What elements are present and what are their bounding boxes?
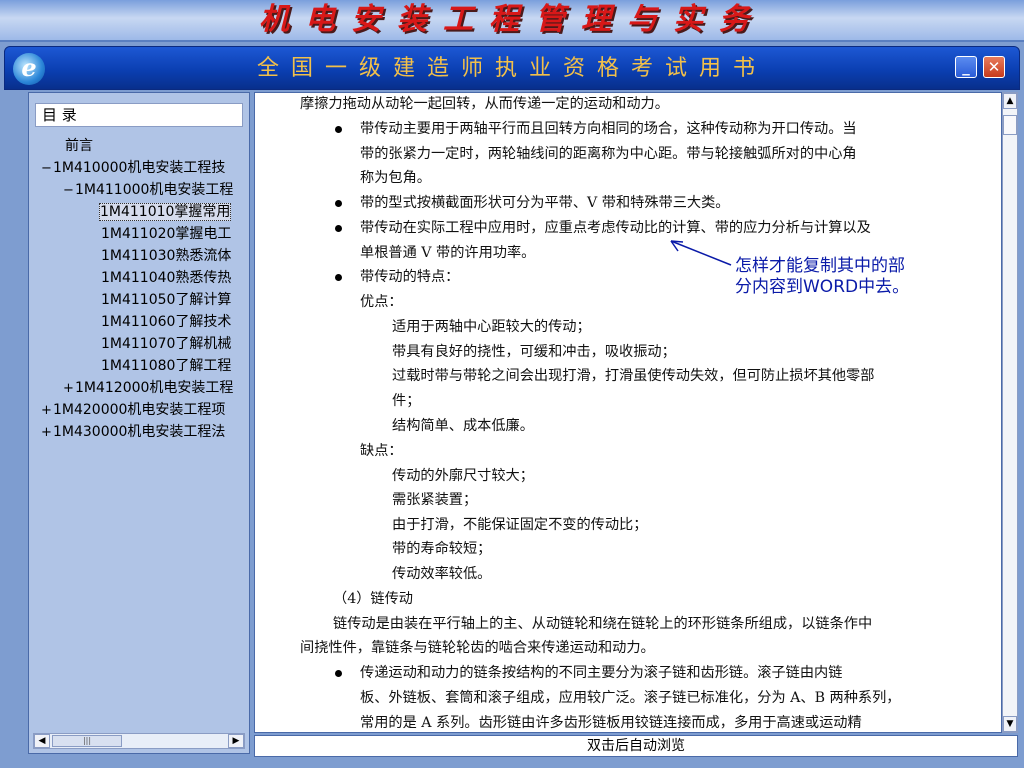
window-subtitle: 全国一级建造师执业资格考试用书 xyxy=(256,56,767,81)
expand-toggle[interactable]: + xyxy=(41,400,53,422)
text-line: 传递运动和动力的链条按结构的不同主要分为滚子链和齿形链。滚子链由内链 xyxy=(360,665,843,681)
text-line: 带的寿命较短； xyxy=(392,541,492,557)
tree-item-1m411040[interactable]: 1M411040熟悉传热 xyxy=(101,267,231,289)
text-line: 传动效率较低。 xyxy=(392,566,492,582)
toc-tree: 前言 −1M410000机电安装工程技 −1M411000机电安装工程 1M41… xyxy=(35,129,245,729)
text-line: 由于打滑，不能保证固定不变的传动比； xyxy=(392,517,648,533)
scroll-up-button[interactable]: ▲ xyxy=(1003,93,1017,109)
text-line: 称为包角。 xyxy=(360,170,431,186)
bullet xyxy=(335,200,342,207)
banner-title: 机电安装工程管理与实务 xyxy=(259,2,765,37)
expand-toggle[interactable]: + xyxy=(41,422,53,444)
text-line: 需张紧装置； xyxy=(392,492,478,508)
scroll-down-button[interactable]: ▼ xyxy=(1003,716,1017,732)
scroll-thumb[interactable] xyxy=(1003,115,1017,135)
annotation-text-line: 怎样才能复制其中的部 xyxy=(735,256,905,276)
tree-item-1m420000[interactable]: +1M420000机电安装工程项 xyxy=(41,399,225,421)
content-vertical-scrollbar[interactable]: ▲ ▼ xyxy=(1002,92,1018,733)
toc-panel: 目 录 前言 −1M410000机电安装工程技 −1M411000机电安装工程 … xyxy=(28,92,250,754)
toc-header: 目 录 xyxy=(35,103,243,127)
tree-item-preface[interactable]: 前言 xyxy=(53,135,93,157)
section-heading: （4）链传动 xyxy=(333,591,413,607)
tree-item-label: 前言 xyxy=(65,138,93,154)
text-line: 板、外链板、套筒和滚子组成，应用较广泛。滚子链已标准化，分为 A、B 两种系列， xyxy=(360,690,901,706)
tree-item-label: 1M411050了解计算 xyxy=(101,292,232,308)
tree-item-label: 1M411020掌握电工 xyxy=(101,226,232,242)
collapse-toggle[interactable]: − xyxy=(63,180,75,202)
text-line: 带具有良好的挠性，可缓和冲击，吸收振动； xyxy=(392,344,676,360)
text-line: 传动的外廓尺寸较大； xyxy=(392,468,534,484)
text-line: 带传动主要用于两轴平行而且回转方向相同的场合，这种传动称为开口传动。当 xyxy=(360,121,857,137)
text-line: 带的型式按横截面形状可分为平带、V 带和特殊带三大类。 xyxy=(360,195,730,211)
bullet xyxy=(335,670,342,677)
scroll-thumb[interactable]: ||| xyxy=(52,735,122,747)
bullet xyxy=(335,274,342,281)
tree-item-1m411020[interactable]: 1M411020掌握电工 xyxy=(101,223,231,245)
close-button[interactable]: ✕ xyxy=(983,56,1005,78)
tree-item-1m410000[interactable]: −1M410000机电安装工程技 xyxy=(41,157,225,179)
tree-item-1m411010[interactable]: 1M411010掌握常用 xyxy=(99,201,232,223)
text-line: 件； xyxy=(392,393,421,409)
tree-item-label: 1M411030熟悉流体 xyxy=(101,248,232,264)
tree-item-label: 1M411010掌握常用 xyxy=(99,203,232,221)
text-line: 摩擦力拖动从动轮一起回转，从而传递一定的运动和动力。 xyxy=(300,96,669,112)
status-bar: 双击后自动浏览 xyxy=(254,735,1018,757)
title-bar: e 全国一级建造师执业资格考试用书 _ ✕ xyxy=(4,46,1020,90)
collapse-toggle[interactable]: − xyxy=(41,158,53,180)
tree-item-1m411070[interactable]: 1M411070了解机械 xyxy=(101,333,231,355)
tree-item-1m412000[interactable]: +1M412000机电安装工程 xyxy=(63,377,233,399)
banner: 机电安装工程管理与实务 xyxy=(0,0,1024,42)
text-line: 单根普通 V 带的许用功率。 xyxy=(360,245,536,261)
bullet xyxy=(335,225,342,232)
tree-item-label: 1M411000机电安装工程 xyxy=(75,182,234,198)
tree-item-1m411000[interactable]: −1M411000机电安装工程 xyxy=(63,179,233,201)
text-line: 缺点： xyxy=(360,443,403,459)
text-line: 间挠性件，靠链条与链轮轮齿的啮合来传递运动和动力。 xyxy=(300,640,655,656)
text-line: 优点： xyxy=(360,294,403,310)
toc-horizontal-scrollbar[interactable]: ◀ ||| ▶ xyxy=(33,733,245,749)
text-line: 链传动是由装在平行轴上的主、从动链轮和绕在链轮上的环形链条所组成，以链条作中 xyxy=(333,616,873,632)
text-line: 结构简单、成本低廉。 xyxy=(392,418,534,434)
tree-item-label: 1M410000机电安装工程技 xyxy=(53,160,226,176)
content-pane[interactable]: 摩擦力拖动从动轮一起回转，从而传递一定的运动和动力。 带传动主要用于两轴平行而且… xyxy=(254,92,1002,733)
text-line: 适用于两轴中心距较大的传动； xyxy=(392,319,591,335)
minimize-button[interactable]: _ xyxy=(955,56,977,78)
tree-item-1m411060[interactable]: 1M411060了解技术 xyxy=(101,311,231,333)
text-line: 过载时带与带轮之间会出现打滑，打滑虽使传动失效，但可防止损坏其他零部 xyxy=(392,368,875,384)
tree-item-label: 1M411070了解机械 xyxy=(101,336,232,352)
text-line: 带传动的特点： xyxy=(360,269,460,285)
scroll-left-button[interactable]: ◀ xyxy=(34,734,50,748)
tree-item-label: 1M412000机电安装工程 xyxy=(75,380,234,396)
annotation-arrow xyxy=(670,240,732,266)
tree-item-1m411050[interactable]: 1M411050了解计算 xyxy=(101,289,231,311)
scroll-right-button[interactable]: ▶ xyxy=(228,734,244,748)
expand-toggle[interactable]: + xyxy=(63,378,75,400)
tree-item-label: 1M411040熟悉传热 xyxy=(101,270,232,286)
text-line: 常用的是 A 系列。齿形链由许多齿形链板用铰链连接而成，多用于高速或运动精 xyxy=(360,715,862,731)
tree-item-label: 1M411080了解工程 xyxy=(101,358,232,374)
text-line: 带传动在实际工程中应用时，应重点考虑传动比的计算、带的应力分析与计算以及 xyxy=(360,220,871,236)
bullet xyxy=(335,126,342,133)
annotation-text-line: 分内容到WORD中去。 xyxy=(735,277,910,297)
text-line: 带的张紧力一定时，两轮轴线间的距离称为中心距。带与轮接触弧所对的中心角 xyxy=(360,146,857,162)
tree-item-label: 1M411060了解技术 xyxy=(101,314,232,330)
tree-item-label: 1M430000机电安装工程法 xyxy=(53,424,226,440)
tree-item-label: 1M420000机电安装工程项 xyxy=(53,402,226,418)
tree-item-1m411030[interactable]: 1M411030熟悉流体 xyxy=(101,245,231,267)
tree-item-1m411080[interactable]: 1M411080了解工程 xyxy=(101,355,231,377)
tree-item-1m430000[interactable]: +1M430000机电安装工程法 xyxy=(41,421,225,443)
